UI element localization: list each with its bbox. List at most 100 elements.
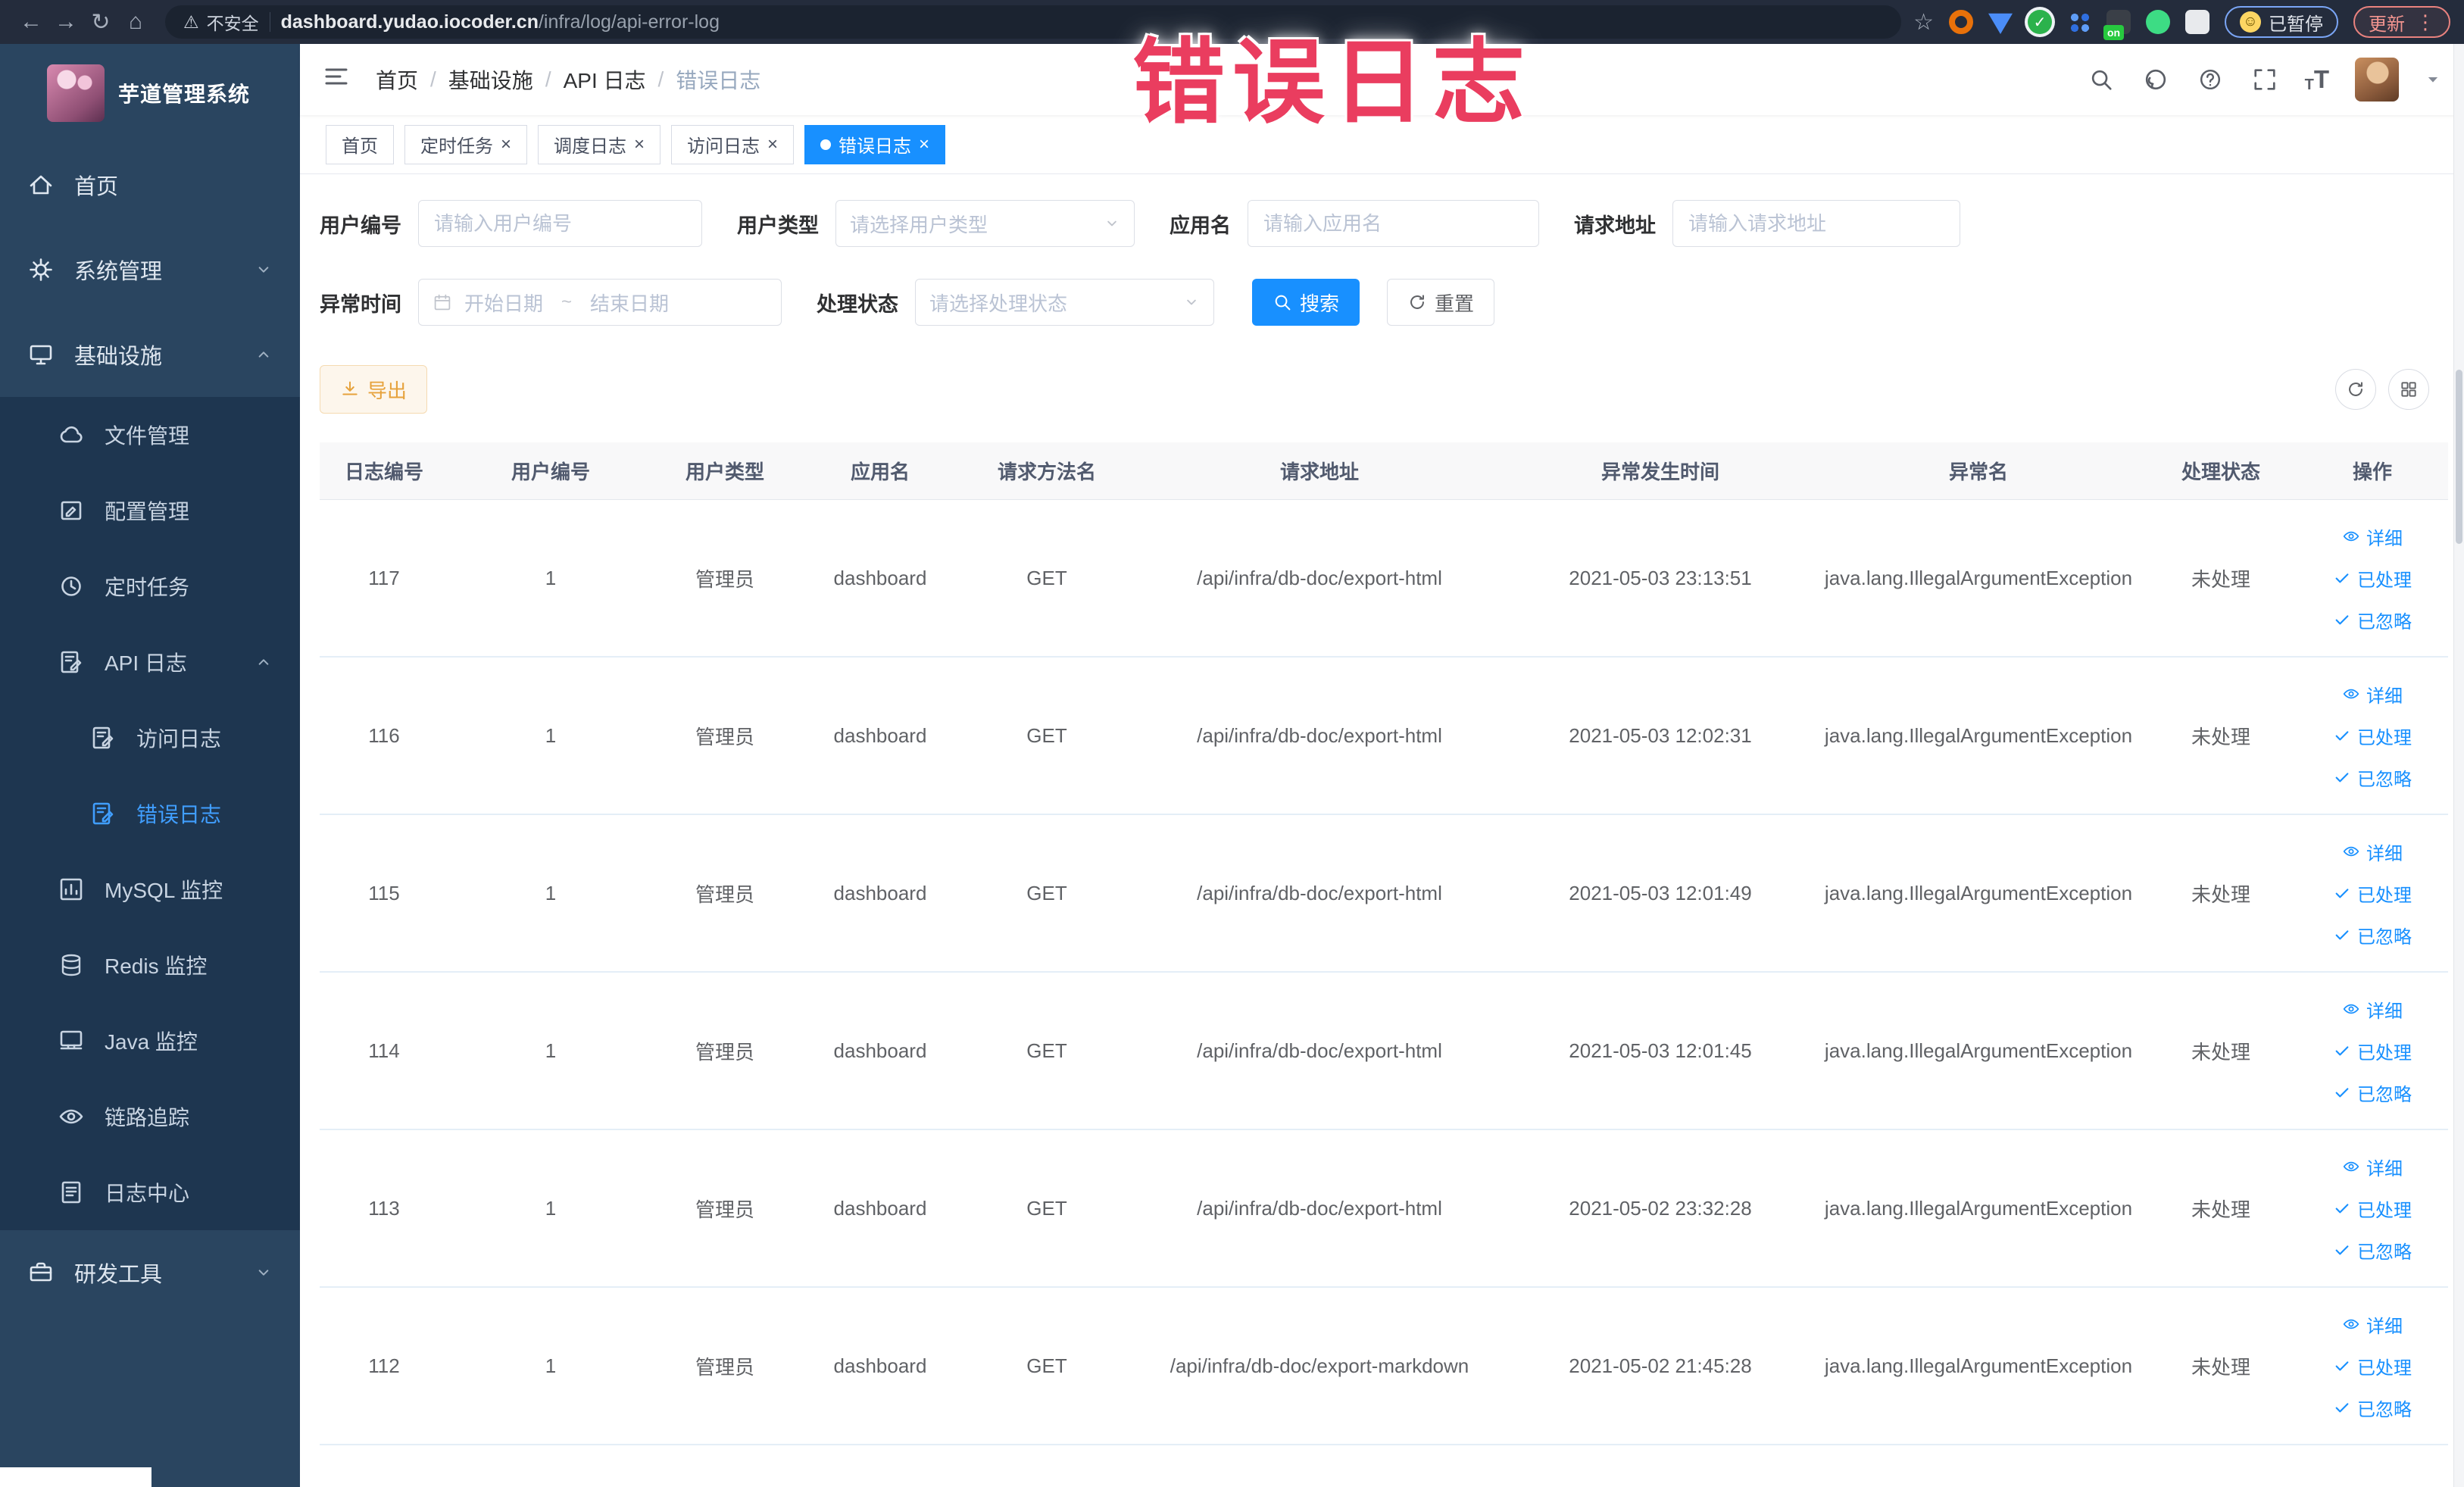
request-url-input[interactable] [1672,200,1960,247]
action-processed[interactable]: 已处理 [2333,565,2412,592]
user-id-input[interactable] [418,200,702,247]
help-icon[interactable] [2196,65,2225,94]
eye-icon [2342,842,2360,861]
action-ignored[interactable]: 已忽略 [2333,1237,2412,1264]
sidebar-item-错误日志[interactable]: 错误日志 [0,776,300,851]
tag-定时任务[interactable]: 定时任务 × [404,124,528,164]
action-processed[interactable]: 已处理 [2333,880,2412,907]
action-ignored[interactable]: 已忽略 [2333,1395,2412,1421]
address-bar[interactable]: ⚠ 不安全 dashboard.yudao.iocoder.cn/infra/l… [165,5,1902,39]
browser-update-button[interactable]: 更新 ⋮ [2353,6,2450,38]
breadcrumb-item[interactable]: API 日志 [564,64,646,95]
table-row: 117 1 管理员 dashboard GET/api/infra/db-doc/exp… [320,500,2448,658]
column-settings-button[interactable] [2388,369,2429,410]
extension-icon-blue-grid[interactable] [2067,10,2091,34]
clock-icon [58,573,85,600]
user-avatar[interactable] [2355,58,2399,102]
page-content: 用户编号 用户类型 请选择用户类型 应用名 请求地址 [300,174,2464,1487]
chevron-down-icon[interactable] [2425,71,2441,88]
action-processed[interactable]: 已处理 [2333,1195,2412,1222]
sidebar-item-链路追踪[interactable]: 链路追踪 [0,1079,300,1154]
font-size-icon[interactable]: TT [2305,65,2329,94]
browser-reload-icon[interactable]: ↻ [83,5,118,39]
action-processed[interactable]: 已处理 [2333,723,2412,749]
sidebar-item-API日志[interactable]: API 日志 [0,624,300,700]
github-icon[interactable] [2141,65,2170,94]
sidebar-item-系统管理[interactable]: 系统管理 [0,227,300,312]
breadcrumb-item[interactable]: 基础设施 [448,64,533,95]
action-processed[interactable]: 已处理 [2333,1038,2412,1064]
action-detail[interactable]: 详细 [2342,839,2403,865]
action-detail[interactable]: 详细 [2342,523,2403,550]
extension-icon-blue-shield[interactable] [1988,13,2013,34]
breadcrumb-item[interactable]: 首页 [376,64,418,95]
check-icon [2333,611,2351,629]
sidebar: 芋道管理系统 首页 系统管理 基础设施 文件管理 配置管理 定时任务 API 日志 访问日志错… [0,44,300,1487]
sidebar-collapse-icon[interactable] [323,63,356,96]
export-button[interactable]: 导出 [320,365,428,414]
sidebar-item-访问日志[interactable]: 访问日志 [0,700,300,776]
extension-icon-green-check[interactable]: ✓ [2028,10,2052,34]
sidebar-item-Java监控[interactable]: Java 监控 [0,1003,300,1079]
sidebar-item-基础设施[interactable]: 基础设施 [0,312,300,397]
close-icon[interactable]: × [634,135,645,154]
browser-back-icon[interactable]: ← [14,5,48,39]
cell-exception: java.lang.IllegalArgumentException [1824,723,2133,747]
page-scrollbar[interactable] [2453,44,2464,1487]
action-ignored[interactable]: 已忽略 [2333,764,2412,791]
eye-icon [2342,685,2360,703]
app-logo-row[interactable]: 芋道管理系统 [0,44,300,142]
action-detail[interactable]: 详细 [2342,1154,2403,1180]
extension-icon-puzzle[interactable] [2185,10,2209,34]
action-ignored[interactable]: 已忽略 [2333,922,2412,948]
app-name-input[interactable] [1248,200,1539,247]
column-header: 处理状态 [2181,461,2260,483]
browser-toolbar: ← → ↻ ⌂ ⚠ 不安全 dashboard.yudao.iocoder.cn… [0,0,2464,44]
exception-time-range-picker[interactable]: 开始日期 ~ 结束日期 [418,279,782,326]
tag-调度日志[interactable]: 调度日志 × [538,124,661,164]
reset-button[interactable]: 重置 [1387,279,1495,326]
action-ignored[interactable]: 已忽略 [2333,1079,2412,1106]
cell-log-id: 117 [368,566,400,589]
cell-user-type: 管理员 [695,567,754,591]
close-icon[interactable]: × [767,135,778,154]
action-processed[interactable]: 已处理 [2333,1353,2412,1379]
sidebar-item-配置管理[interactable]: 配置管理 [0,473,300,548]
close-icon[interactable]: × [501,135,511,154]
cell-time: 2021-05-03 12:01:49 [1569,881,1752,904]
user-type-select[interactable]: 请选择用户类型 [835,200,1135,247]
tag-首页[interactable]: 首页 [326,124,394,164]
sidebar-item-MySQL监控[interactable]: MySQL 监控 [0,851,300,927]
sidebar-item-Redis监控[interactable]: Redis 监控 [0,927,300,1003]
tag-访问日志[interactable]: 访问日志 × [671,124,795,164]
search-button[interactable]: 搜索 [1252,279,1360,326]
browser-home-icon[interactable]: ⌂ [118,5,153,39]
scrollbar-thumb[interactable] [2456,370,2462,544]
extension-icon-green[interactable] [2146,10,2170,34]
fullscreen-icon[interactable] [2250,65,2279,94]
gear-icon [27,256,55,283]
sidebar-item-日志中心[interactable]: 日志中心 [0,1154,300,1230]
extension-icon-orange[interactable] [1949,10,1973,34]
action-detail[interactable]: 详细 [2342,681,2403,708]
extension-icon-switch[interactable]: on [2103,10,2131,40]
bookmark-star-icon[interactable]: ☆ [1913,9,1934,36]
sidebar-item-研发工具[interactable]: 研发工具 [0,1230,300,1315]
cell-time: 2021-05-03 12:01:45 [1569,1039,1752,1062]
sidebar-item-首页[interactable]: 首页 [0,142,300,227]
refresh-table-button[interactable] [2335,369,2376,410]
cell-user-id: 1 [545,566,557,589]
sidebar-item-定时任务[interactable]: 定时任务 [0,548,300,624]
action-ignored[interactable]: 已忽略 [2333,607,2412,633]
profile-paused-pill[interactable]: ☺ 已暂停 [2225,6,2338,38]
tag-错误日志[interactable]: 错误日志 × [804,124,946,164]
browser-forward-icon[interactable]: → [48,5,83,39]
process-status-select[interactable]: 请选择处理状态 [915,279,1214,326]
action-detail[interactable]: 详细 [2342,1311,2403,1338]
search-icon[interactable] [2087,65,2116,94]
browser-menu-icon[interactable]: ⋮ [2416,11,2435,34]
action-detail[interactable]: 详细 [2342,996,2403,1023]
sidebar-item-文件管理[interactable]: 文件管理 [0,397,300,473]
security-warning-icon[interactable]: ⚠ 不安全 [183,9,259,35]
close-icon[interactable]: × [919,135,929,154]
